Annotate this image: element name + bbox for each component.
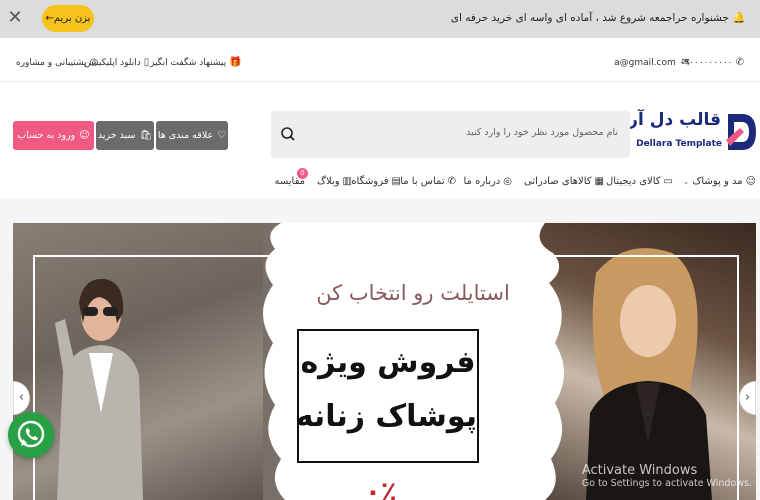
mail-icon: ✉: [681, 57, 690, 68]
book-icon: ▥: [342, 176, 352, 187]
bag-icon: 🛍: [139, 130, 153, 141]
heart-icon: ♡: [217, 130, 227, 141]
offer-link-label: پیشنهاد شگفت انگیز: [150, 58, 227, 68]
nav-fashion-label: مد و پوشاک: [692, 176, 743, 187]
login-label: ورود به حساب: [17, 130, 76, 141]
logo-subtitle: Dellara Template: [636, 139, 722, 149]
nav-blog-label: وبلاگ: [317, 176, 340, 187]
promo-button-label: بزن بریم: [53, 13, 91, 24]
discount-value: ۰٪: [365, 477, 397, 500]
nav-digital-label: کالای دیجیتال: [605, 176, 661, 187]
email-link[interactable]: a@gmail.com ✉: [614, 57, 690, 68]
nav-item-export[interactable]: ▦کالاهای صادراتی: [524, 176, 604, 187]
support-label: پشتیبانی و مشاوره: [16, 58, 87, 68]
bell-icon: 🔔: [732, 12, 746, 24]
search-input[interactable]: نام محصول مورد نظر خود را وارد کنید: [466, 127, 618, 138]
phone-icon: ✆: [735, 57, 744, 68]
nav-item-contact[interactable]: ✆تماس با ما: [400, 176, 456, 187]
main-nav: ☺مد و پوشاک⌄ ▭کالای دیجیتال⌄ ▦کالاهای صا…: [0, 172, 760, 198]
hero-slider[interactable]: استایلت رو انتخاب کن فروش ویژه پوشاک زنا…: [13, 223, 756, 500]
nav-about-label: درباره ما: [463, 176, 501, 187]
email-text: a@gmail.com: [614, 58, 676, 68]
promo-text: 🔔جشنواره حراجمعه شروع شد ، آماده ای واسه…: [451, 11, 746, 24]
whatsapp-button[interactable]: [8, 412, 54, 458]
compare-count-badge: 0: [297, 168, 308, 179]
slide-tagline: استایلت رو انتخاب کن: [316, 281, 510, 305]
wishlist-button[interactable]: ♡علاقه مندی ها: [156, 121, 228, 150]
cart-label: سبد خرید: [97, 130, 136, 141]
promo-button[interactable]: ←بزن بریم: [42, 5, 94, 32]
nav-item-fashion[interactable]: ☺مد و پوشاک⌄: [683, 176, 756, 187]
headset-icon: ◎: [89, 57, 99, 68]
chevron-right-icon: ›: [744, 390, 751, 405]
wishlist-label: علاقه مندی ها: [157, 130, 214, 141]
site-logo[interactable]: قالب دل آرا Dellara Template: [622, 108, 758, 158]
laptop-icon: ▭: [663, 176, 673, 187]
grid-icon: ▦: [594, 176, 604, 187]
whatsapp-icon: [17, 420, 45, 448]
promo-text-label: جشنواره حراجمعه شروع شد ، آماده ای واسه …: [450, 12, 729, 24]
close-icon[interactable]: ✕: [7, 8, 23, 28]
nav-item-blog[interactable]: ▥وبلاگ: [317, 176, 352, 187]
sale-subtitle: پوشاک زنانه: [295, 399, 477, 434]
windows-activation-watermark: Activate Windows Go to Settings to activ…: [582, 463, 752, 489]
support-link[interactable]: ◎پشتیبانی و مشاوره: [16, 57, 98, 68]
phone-icon: ✆: [447, 176, 456, 187]
nav-contact-label: تماس با ما: [400, 176, 445, 187]
logo-mark-icon: [726, 114, 756, 150]
promo-bar: ✕ ←بزن بریم 🔔جشنواره حراجمعه شروع شد ، آ…: [0, 0, 760, 38]
offer-link[interactable]: 🎁پیشنهاد شگفت انگیز: [150, 57, 242, 68]
check-circle-icon: ◎: [503, 176, 512, 187]
mobile-icon: ▯: [143, 57, 150, 68]
chevron-left-icon: ‹: [18, 390, 25, 405]
logo-title: قالب دل آرا: [622, 110, 721, 130]
chevron-down-icon: ⌄: [682, 177, 690, 186]
user-icon: ☺: [79, 130, 90, 141]
cart-button[interactable]: 🛍سبد خرید: [96, 121, 154, 150]
sale-title: فروش ویژه: [300, 345, 476, 380]
watermark-title: Activate Windows: [581, 463, 698, 478]
info-bar: ✆۰۹۰۰۰۰۰۰۰۰۰ a@gmail.com ✉ 🎁پیشنهاد شگفت…: [0, 44, 760, 82]
gift-icon: 🎁: [229, 57, 242, 68]
nav-item-shop[interactable]: ▤فروشگاه: [351, 176, 401, 187]
store-icon: ▤: [391, 176, 401, 187]
login-button[interactable]: ☺ورود به حساب: [13, 121, 94, 150]
watermark-subtitle: Go to Settings to activate Windows.: [581, 478, 752, 489]
arrow-left-icon: ←: [45, 13, 54, 24]
smile-icon: ☺: [745, 176, 756, 187]
nav-shop-label: فروشگاه: [351, 176, 389, 187]
sale-box: فروش ویژه پوشاک زنانه: [295, 329, 479, 463]
search-box[interactable]: نام محصول مورد نظر خود را وارد کنید: [271, 111, 630, 158]
nav-export-label: کالاهای صادراتی: [523, 176, 592, 187]
nav-item-about[interactable]: ◎درباره ما: [464, 176, 513, 187]
search-icon[interactable]: [279, 125, 297, 143]
nav-item-digital[interactable]: ▭کالای دیجیتال⌄: [596, 176, 673, 187]
